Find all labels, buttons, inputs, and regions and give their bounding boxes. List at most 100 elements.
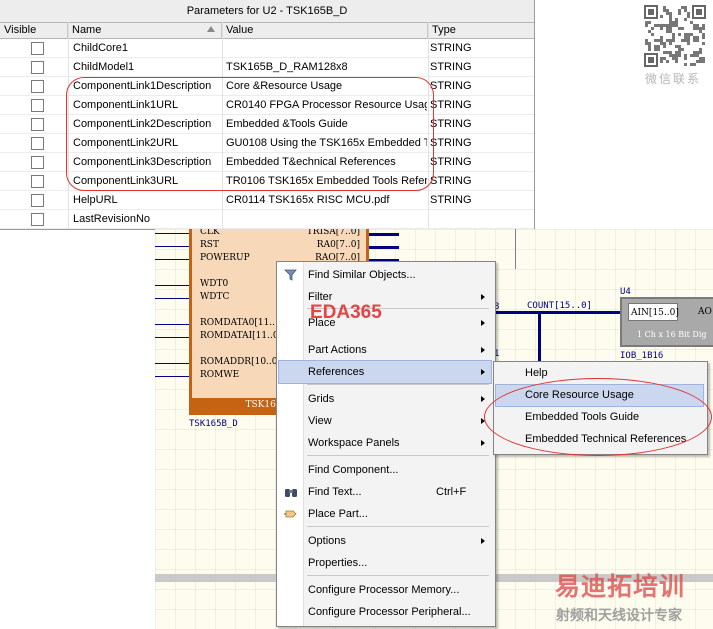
column-name[interactable]: Name: [68, 23, 222, 38]
qr-code: [643, 4, 707, 68]
visible-checkbox[interactable]: [31, 99, 44, 112]
menu-item-label: Options: [308, 535, 346, 547]
menu-item-options[interactable]: Options: [279, 530, 491, 552]
menu-item-part-actions[interactable]: Part Actions: [279, 339, 491, 361]
parameter-row[interactable]: HelpURL CR0114 TSK165x RISC MCU.pdf STRING: [0, 191, 534, 210]
parameter-type: STRING: [430, 61, 472, 73]
parameter-type: STRING: [430, 137, 472, 149]
qr-code-icon: [644, 5, 706, 67]
menu-item-find-similar-objects[interactable]: Find Similar Objects...: [279, 264, 491, 286]
u4-output-pin: AO: [698, 307, 712, 317]
parameter-value[interactable]: [226, 210, 427, 229]
pin-stub: [155, 298, 192, 299]
visible-checkbox[interactable]: [31, 156, 44, 169]
pin-label: TRISA[7..0]: [306, 229, 360, 237]
pin-stub: [369, 246, 399, 249]
visible-checkbox[interactable]: [31, 118, 44, 131]
menu-item-workspace-panels[interactable]: Workspace Panels: [279, 432, 491, 454]
pin-stub: [155, 337, 192, 338]
pin-label: ROMWE: [200, 370, 240, 380]
binoculars-icon: [285, 489, 297, 497]
pin-label: WDTC: [200, 292, 230, 302]
pin-label: ROMADDR[10..0]: [200, 357, 281, 367]
pin-stub: [155, 246, 192, 247]
visible-checkbox[interactable]: [31, 61, 44, 74]
parameter-name: HelpURL: [73, 194, 118, 206]
visible-checkbox[interactable]: [31, 42, 44, 55]
menu-item-label: Configure Processor Peripheral...: [308, 606, 471, 618]
parameter-type: STRING: [430, 156, 472, 168]
menu-item-view[interactable]: View: [279, 410, 491, 432]
menu-item-label: References: [308, 366, 365, 378]
menu-item-find-text[interactable]: Find Text... Ctrl+F: [279, 481, 491, 503]
annotation-ring: [484, 378, 712, 456]
pin-stub: [155, 285, 192, 286]
visible-checkbox[interactable]: [31, 137, 44, 150]
pin-stub: [155, 363, 192, 364]
parameter-value[interactable]: TSK165B_D_RAM128x8: [226, 58, 427, 77]
net-label: COUNT[15..0]: [527, 301, 593, 311]
pin-label: RST: [200, 240, 219, 250]
submenu-arrow-icon: [481, 320, 485, 326]
parameter-type: STRING: [430, 194, 472, 206]
menu-item-references[interactable]: References: [278, 360, 492, 384]
menu-item-place-part[interactable]: Place Part...: [279, 503, 491, 525]
menu-item-grids[interactable]: Grids: [279, 388, 491, 410]
u4-name: IOB_1B16: [620, 351, 664, 361]
pin-stub: [155, 376, 192, 377]
visible-checkbox[interactable]: [31, 175, 44, 188]
adc-component[interactable]: AIN[15..0] AO 1 Ch x 16 Bit Dig: [620, 297, 713, 347]
context-menu: Find Similar Objects... Filter Place Part A…: [276, 261, 496, 627]
column-visible[interactable]: Visible: [0, 23, 68, 38]
menu-item-configure-processor-memory[interactable]: Configure Processor Memory...: [279, 579, 491, 601]
menu-item-configure-processor-peripheral[interactable]: Configure Processor Peripheral...: [279, 601, 491, 623]
column-value[interactable]: Value: [222, 23, 428, 38]
parameter-row[interactable]: LastRevisionNo: [0, 210, 534, 229]
pin-label: WDT0: [200, 279, 229, 289]
parameter-value[interactable]: [226, 39, 427, 58]
wire: [515, 229, 516, 269]
parameter-type: STRING: [430, 99, 472, 111]
parameters-header: Visible Name Value Type: [0, 23, 534, 39]
parameter-name: LastRevisionNo: [73, 213, 151, 225]
pin-stub: [369, 233, 399, 236]
menu-item-shortcut: Ctrl+F: [436, 486, 467, 498]
menu-separator: [307, 526, 489, 527]
column-type[interactable]: Type: [428, 23, 534, 38]
pin-label: ROMDATA0[11..: [200, 318, 276, 328]
pin-label: RA0[7..0]: [316, 240, 360, 250]
pin-label: ROMDATAI[11..0: [200, 331, 279, 341]
visible-checkbox[interactable]: [31, 80, 44, 93]
parameter-type: STRING: [430, 80, 472, 92]
eda365-watermark: EDA365: [310, 302, 382, 323]
pin-stub: [155, 324, 192, 325]
submenu-arrow-icon: [481, 347, 485, 353]
menu-item-label: Properties...: [308, 557, 368, 569]
parameters-title: Parameters for U2 - TSK165B_D: [0, 0, 534, 23]
funnel-icon: [284, 269, 297, 281]
menu-item-find-component[interactable]: Find Component...: [279, 459, 491, 481]
parameter-row[interactable]: ChildModel1 TSK165B_D_RAM128x8 STRING: [0, 58, 534, 77]
menu-item-label: View: [308, 415, 332, 427]
visible-checkbox[interactable]: [31, 213, 44, 226]
parameter-type: STRING: [430, 42, 472, 54]
menu-item-label: Find Text...: [308, 486, 362, 498]
u4-input-pin: AIN[15..0]: [628, 303, 679, 321]
submenu-arrow-icon: [481, 396, 485, 402]
parameter-row[interactable]: ChildCore1 STRING: [0, 39, 534, 58]
menu-item-properties[interactable]: Properties...: [279, 552, 491, 574]
component-name: TSK165B_D: [189, 419, 238, 429]
part-icon: [284, 510, 297, 518]
menu-item-label: Configure Processor Memory...: [308, 584, 460, 596]
parameter-type: STRING: [430, 175, 472, 187]
submenu-arrow-icon: [481, 369, 485, 375]
menu-separator: [307, 575, 489, 576]
submenu-arrow-icon: [481, 538, 485, 544]
pin-label: CLK: [200, 229, 220, 237]
pin-stub: [155, 259, 192, 260]
submenu-arrow-icon: [481, 294, 485, 300]
parameter-value[interactable]: CR0114 TSK165x RISC MCU.pdf: [226, 191, 427, 210]
visible-checkbox[interactable]: [31, 194, 44, 207]
menu-separator: [307, 384, 489, 385]
bus-wire: [495, 311, 622, 314]
